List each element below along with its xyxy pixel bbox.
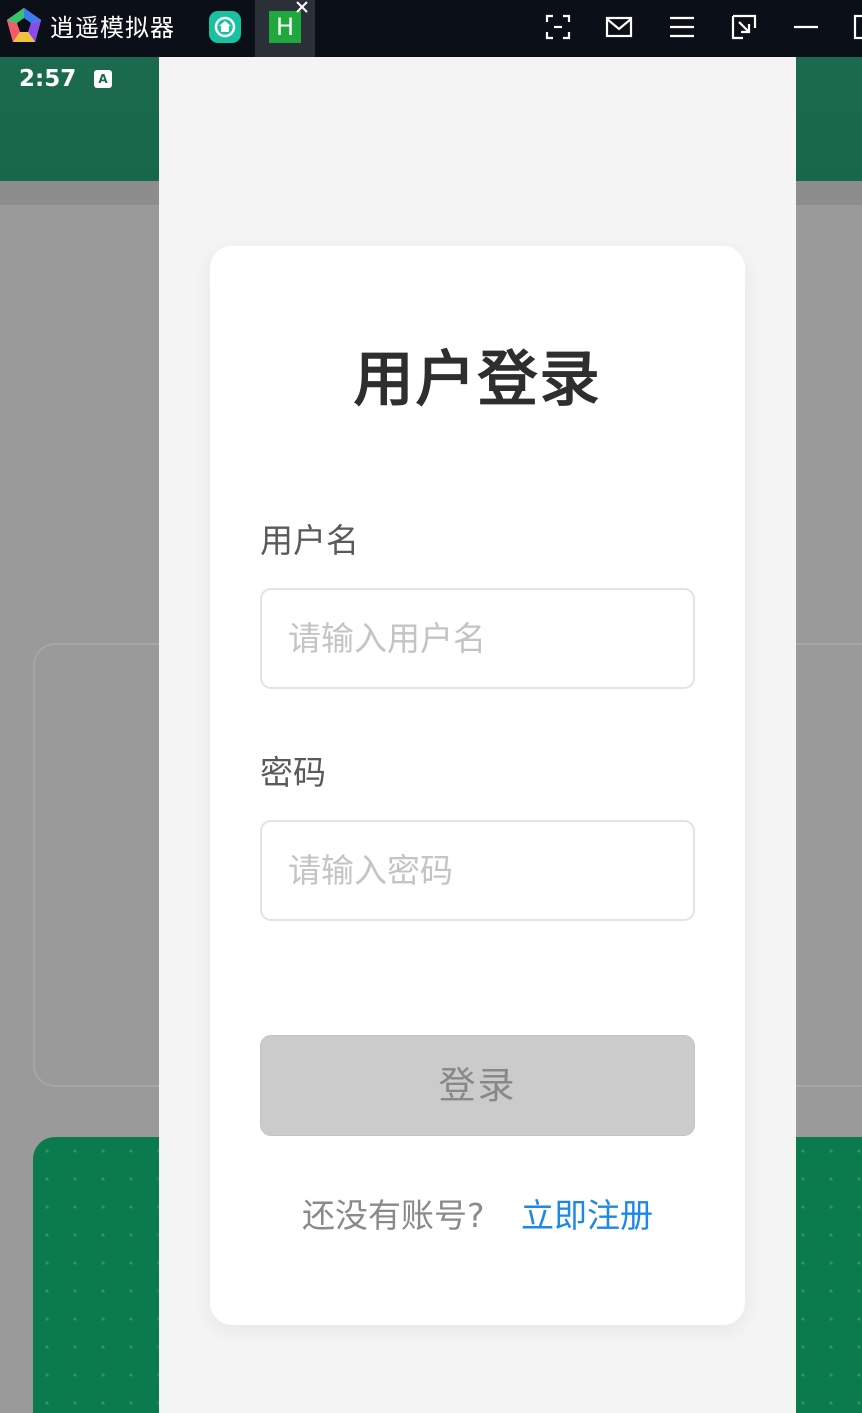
minimize-icon[interactable]	[791, 12, 821, 42]
register-prompt: 还没有账号?	[301, 1196, 485, 1235]
emulator-titlebar: 逍遥模拟器 H	[0, 0, 862, 57]
username-label: 用户名	[260, 521, 359, 560]
mail-icon[interactable]	[604, 12, 634, 42]
login-card: 用户登录 用户名 密码 登录 还没有账号? 立即注册	[210, 246, 745, 1325]
close-tab-icon[interactable]	[293, 0, 311, 16]
keyboard-indicator-icon: A	[94, 70, 112, 88]
tab-home[interactable]	[209, 11, 241, 43]
minimize-to-tray-icon[interactable]	[729, 12, 759, 42]
login-button[interactable]: 登录	[260, 1035, 695, 1136]
password-label: 密码	[260, 753, 326, 792]
emulator-logo-icon	[7, 8, 41, 42]
screenshot-icon[interactable]	[543, 12, 573, 42]
register-row: 还没有账号? 立即注册	[210, 1194, 745, 1238]
emulator-app-title: 逍遥模拟器	[50, 14, 175, 42]
password-input[interactable]	[260, 820, 695, 921]
page-title: 用户登录	[353, 345, 602, 415]
tab-app-active[interactable]: H	[255, 0, 315, 57]
register-link[interactable]: 立即注册	[521, 1196, 653, 1235]
home-icon	[214, 16, 236, 38]
maximize-icon[interactable]	[852, 12, 862, 42]
menu-icon[interactable]	[667, 12, 697, 42]
login-page: 用户登录 用户名 密码 登录 还没有账号? 立即注册	[159, 57, 796, 1413]
username-input[interactable]	[260, 588, 695, 689]
emulator-window: 逍遥模拟器 H 2:57 A 用户登录 用户名 请输入用户名 密码 登录 还没有…	[0, 0, 862, 1413]
status-clock: 2:57	[19, 66, 77, 92]
